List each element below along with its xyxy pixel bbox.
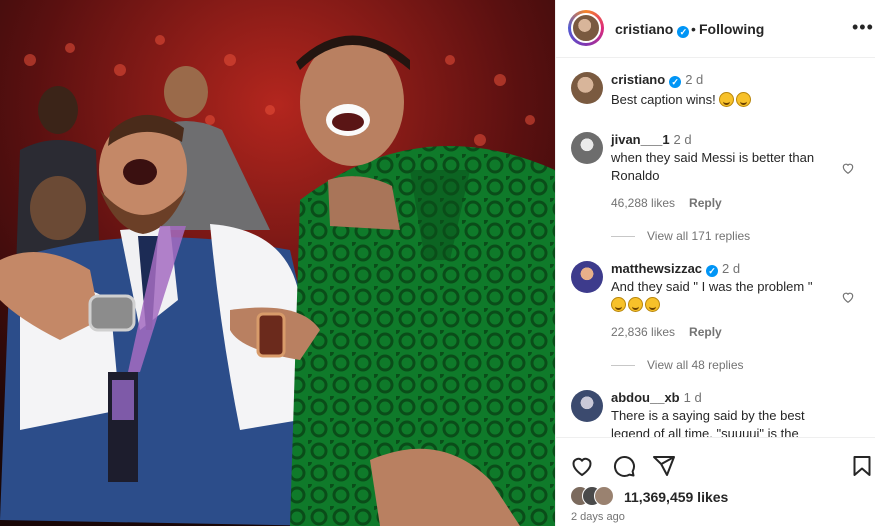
comment-text: Best caption wins!	[611, 91, 833, 109]
comment-likes[interactable]: 46,288 likes	[611, 196, 675, 210]
bookmark-icon[interactable]	[850, 454, 874, 478]
like-comment-heart-icon[interactable]	[841, 161, 855, 175]
post-timestamp[interactable]: 2 days ago	[571, 511, 625, 523]
comments-list[interactable]: cristiano ✓ 2 d Best caption wins! jivan__…	[556, 58, 875, 437]
author-name[interactable]: cristiano ✓	[615, 21, 690, 38]
post-header: cristiano ✓ • Following •••	[556, 0, 875, 58]
comment-text: And they said " I was the problem "	[611, 278, 833, 314]
comment-text: There is a saying said by the best legen…	[611, 408, 805, 437]
rofl-emoji	[645, 297, 660, 312]
comment-username[interactable]: cristiano ✓ 2 d	[611, 72, 703, 88]
separator-dot: •	[691, 21, 696, 37]
like-comment-heart-icon[interactable]	[841, 290, 855, 304]
reply-button[interactable]: Reply	[689, 196, 722, 210]
comment-username[interactable]: jivan___1 2 d	[611, 132, 692, 147]
grinning-sweat-emoji	[736, 92, 752, 107]
likes-count[interactable]: 11,369,459 likes	[624, 489, 728, 505]
comment-time: 2 d	[673, 132, 692, 147]
avatar[interactable]	[571, 261, 603, 293]
more-options-icon[interactable]: •••	[852, 17, 874, 38]
verified-badge-icon: ✓	[677, 26, 690, 38]
liked-by-avatars[interactable]	[570, 486, 624, 506]
reply-button[interactable]: Reply	[689, 325, 722, 339]
following-button[interactable]: Following	[699, 21, 764, 37]
avatar[interactable]	[571, 132, 603, 164]
view-replies-button[interactable]: View all 171 replies	[611, 229, 750, 243]
rofl-emoji	[628, 297, 643, 312]
rofl-emoji	[611, 297, 626, 312]
verified-badge-icon: ✓	[706, 265, 719, 277]
heart-icon[interactable]	[570, 454, 594, 478]
verified-badge-icon: ✓	[669, 76, 682, 88]
comment-meta: 46,288 likes Reply	[611, 196, 722, 210]
post-actions: 11,369,459 likes 2 days ago	[556, 437, 875, 526]
comment-time: 2 d	[685, 72, 704, 87]
comment-text: when they said Messi is better than Rona…	[611, 150, 815, 183]
comment-username[interactable]: matthewsizzac ✓ 2 d	[611, 261, 740, 277]
comment-time: 1 d	[683, 390, 702, 405]
post-side-panel: cristiano ✓ • Following ••• cristiano ✓ 2 d…	[555, 0, 875, 526]
comment-meta: 22,836 likes Reply	[611, 325, 722, 339]
avatar[interactable]	[571, 390, 603, 422]
post-photo[interactable]	[0, 0, 555, 526]
winking-face-emoji	[719, 92, 735, 107]
author-avatar[interactable]	[568, 10, 604, 46]
comment-time: 2 d	[722, 261, 741, 276]
comment-icon[interactable]	[612, 454, 636, 478]
share-icon[interactable]	[652, 454, 676, 478]
view-replies-button[interactable]: View all 48 replies	[611, 358, 744, 372]
avatar[interactable]	[571, 72, 603, 104]
comment-likes[interactable]: 22,836 likes	[611, 325, 675, 339]
comment-username[interactable]: abdou__xb 1 d	[611, 390, 702, 405]
